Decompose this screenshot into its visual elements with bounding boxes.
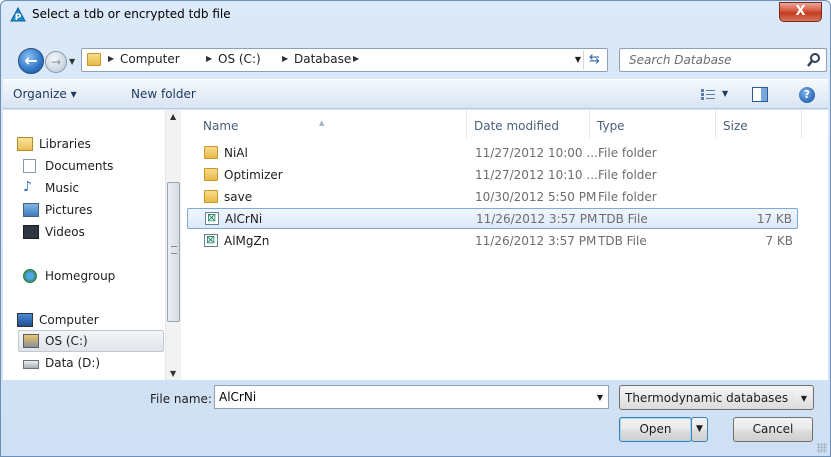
column-headers: Name ▲ Date modified Type Size [183,110,828,138]
breadcrumb-database[interactable]: Database [294,52,351,66]
file-row[interactable]: Optimizer 11/27/2012 10:10 ... File fold… [187,165,798,186]
navigation-pane: Libraries Documents ♪ Music Pictures Vid… [3,110,181,380]
file-row-selected[interactable]: AlCrNi 11/26/2012 3:57 PM TDB File 17 KB [187,208,798,229]
search-icon[interactable] [806,52,821,68]
back-arrow-icon: ← [24,51,38,70]
open-button[interactable]: Open [619,417,692,442]
scroll-up-icon[interactable]: ▲ [170,112,176,121]
help-icon[interactable]: ? [799,87,815,103]
nav-selection-highlight [18,330,164,352]
scroll-thumb[interactable] [167,182,180,322]
tdb-file-icon [204,233,218,247]
chevron-right-icon: ▶ [353,54,360,63]
title-bar: P Select a tdb or encrypted tdb file X [1,1,830,29]
new-folder-button[interactable]: New folder [131,87,196,101]
column-date-modified[interactable]: Date modified [474,119,559,133]
command-bar: Organize ▾ New folder ▼ ? [3,79,828,109]
column-name[interactable]: Name [203,119,238,133]
homegroup-icon [23,269,37,283]
pictures-icon [23,203,39,217]
recent-locations-dropdown[interactable]: ▼ [69,57,75,66]
refresh-icon[interactable]: ⇆ [583,50,605,70]
close-button[interactable]: X [779,2,822,22]
file-name-label: File name: [150,392,212,406]
drive-icon [23,334,39,348]
file-row[interactable]: AlMgZn 11/26/2012 3:57 PM TDB File 7 KB [187,231,798,252]
libraries-icon [17,137,33,151]
preview-pane-icon[interactable] [752,87,768,102]
file-row[interactable]: NiAl 11/27/2012 10:00 ... File folder [187,143,798,164]
column-type[interactable]: Type [597,119,625,133]
scroll-grip-icon [171,246,177,254]
sort-ascending-icon: ▲ [319,119,325,127]
folder-icon [204,168,218,181]
file-name-combobox[interactable]: ▼ [214,385,609,409]
organize-button[interactable]: Organize ▾ [13,87,77,101]
scroll-down-icon[interactable]: ▼ [170,369,176,378]
views-dropdown[interactable]: ▼ [722,89,728,98]
chevron-down-icon: ▼ [800,394,807,403]
column-divider[interactable] [715,110,716,138]
app-icon: P [10,7,26,23]
window-title: Select a tdb or encrypted tdb file [32,7,231,21]
file-name-dropdown[interactable]: ▼ [597,393,603,402]
file-list: Name ▲ Date modified Type Size NiAl 11/2… [183,110,828,380]
svg-text:P: P [15,13,22,23]
folder-icon [204,190,218,203]
content-area: Libraries Documents ♪ Music Pictures Vid… [3,110,828,380]
search-box[interactable]: Search Database [619,48,827,72]
column-divider[interactable] [589,110,590,138]
open-split-dropdown[interactable]: ▼ [691,417,708,442]
breadcrumb-os-c[interactable]: OS (C:) [218,52,261,66]
folder-icon [87,53,101,66]
chevron-right-icon: ▶ [206,54,213,63]
breadcrumb-computer[interactable]: Computer [120,52,180,66]
column-size[interactable]: Size [723,119,748,133]
search-placeholder: Search Database [629,53,732,67]
column-divider[interactable] [466,110,467,138]
resize-grip-icon[interactable] [817,443,827,453]
documents-icon [23,159,36,173]
back-button[interactable]: ← [18,48,44,74]
column-divider[interactable] [801,110,802,138]
drive-icon [23,360,39,369]
cancel-button[interactable]: Cancel [733,417,813,442]
music-icon: ♪ [23,179,32,195]
views-icon[interactable] [701,88,715,101]
file-name-input[interactable] [216,387,586,407]
address-bar[interactable]: ▶ Computer ▶ OS (C:) ▶ Database ▶ ▼ ⇆ [81,48,608,72]
file-type-filter[interactable]: Thermodynamic databases (*.tdb ▼ [619,385,814,410]
file-dialog: P Select a tdb or encrypted tdb file X ←… [0,0,831,457]
file-row[interactable]: save 10/30/2012 5:50 PM File folder [187,187,798,208]
computer-icon [17,313,33,327]
forward-button[interactable]: → [45,51,67,73]
address-dropdown[interactable]: ▼ [575,55,581,64]
chevron-right-icon: ▶ [108,54,115,63]
tdb-file-icon [205,211,219,225]
chevron-right-icon: ▶ [282,54,289,63]
folder-icon [204,146,218,159]
file-type-filter-value: Thermodynamic databases (*.tdb [625,391,793,405]
videos-icon [23,225,39,239]
forward-arrow-icon: → [50,55,62,69]
nav-scrollbar[interactable]: ▲ ▼ [165,110,181,380]
